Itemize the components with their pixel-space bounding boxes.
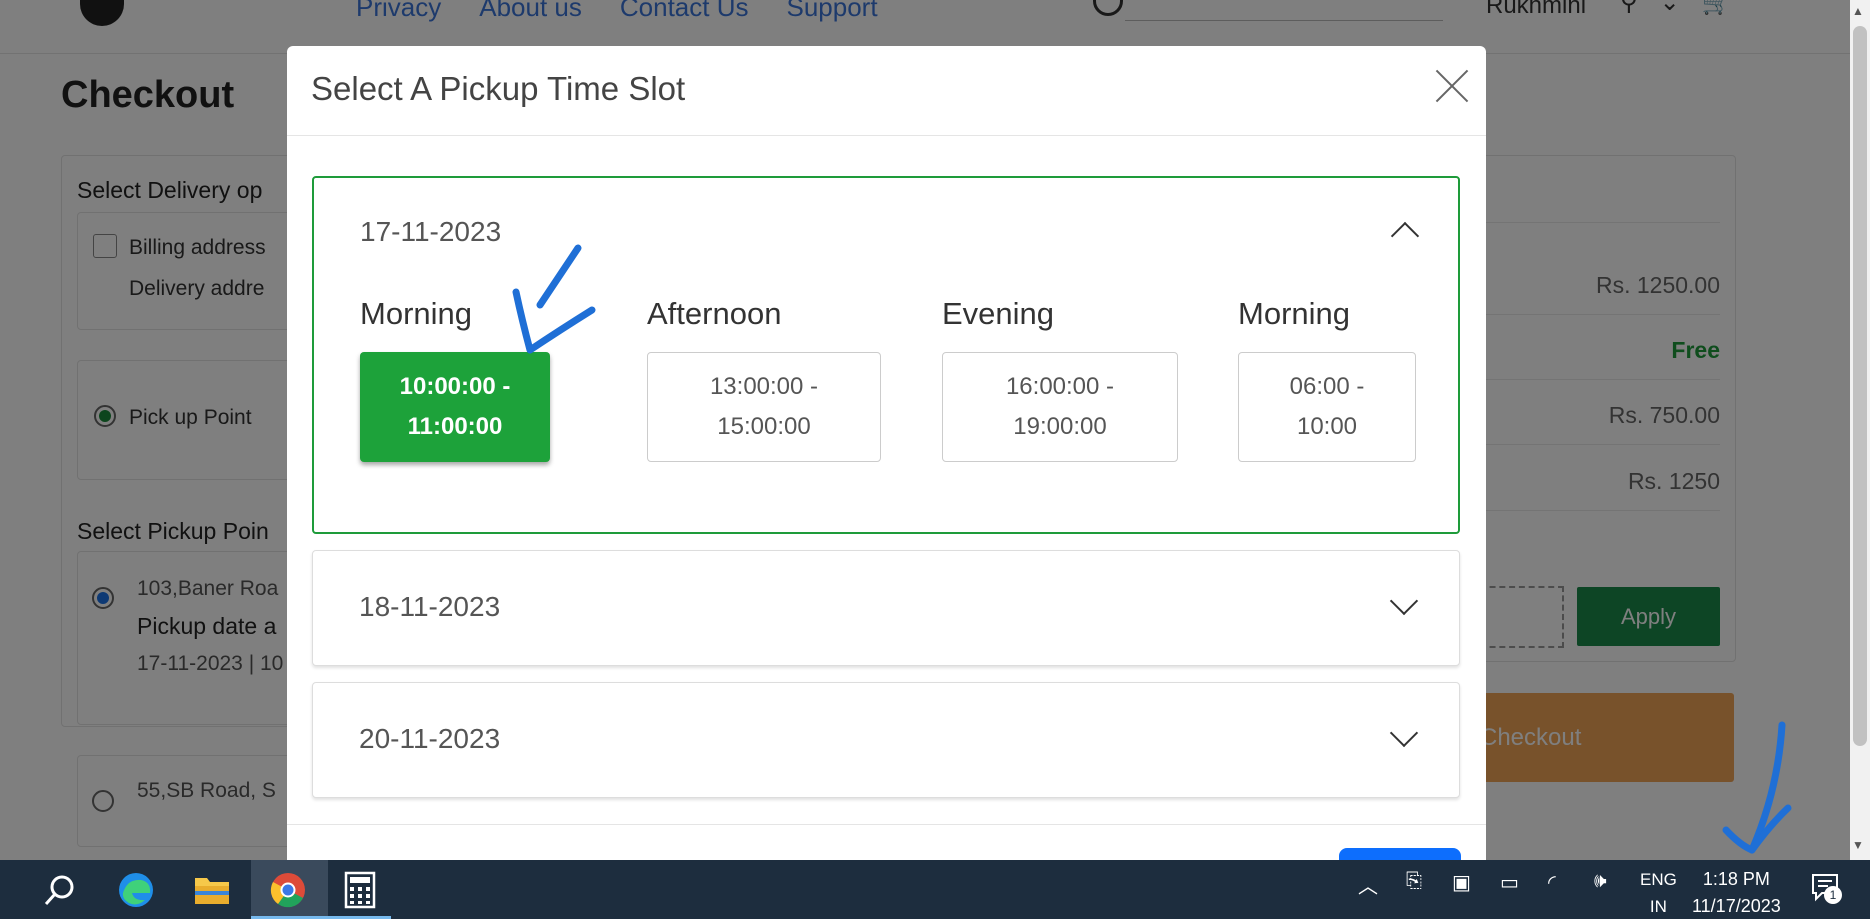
network-status-icon[interactable]: ▣ (1452, 870, 1471, 895)
edge-icon[interactable] (114, 868, 158, 912)
annotation-arrow-slot (512, 288, 596, 354)
notification-count: 1 (1824, 886, 1842, 904)
calculator-icon[interactable] (338, 868, 382, 912)
annotation-arrow-slot-tick (536, 244, 582, 309)
tray-chevron-up-icon[interactable]: ︿ (1358, 870, 1378, 899)
lang-bottom: IN (1649, 897, 1667, 916)
volume-icon[interactable]: 🕪 (1594, 870, 1607, 893)
chrome-icon[interactable] (266, 868, 310, 912)
battery-icon[interactable]: ▭ (1500, 870, 1519, 895)
clock-date: 11/17/2023 (1692, 896, 1781, 916)
file-explorer-icon[interactable] (190, 868, 234, 912)
clock[interactable]: 1:18 PM 11/17/2023 (1692, 866, 1781, 920)
wifi-icon[interactable]: ◜ (1548, 870, 1556, 895)
language-indicator[interactable]: ENG IN (1640, 866, 1677, 920)
meet-icon[interactable]: ⎘ (1406, 870, 1422, 893)
clock-time: 1:18 PM (1702, 869, 1770, 889)
search-icon[interactable] (38, 868, 82, 912)
notifications-icon[interactable]: 1 (1810, 872, 1842, 908)
annotation-arrows (512, 244, 1792, 854)
lang-top: ENG (1640, 870, 1677, 889)
